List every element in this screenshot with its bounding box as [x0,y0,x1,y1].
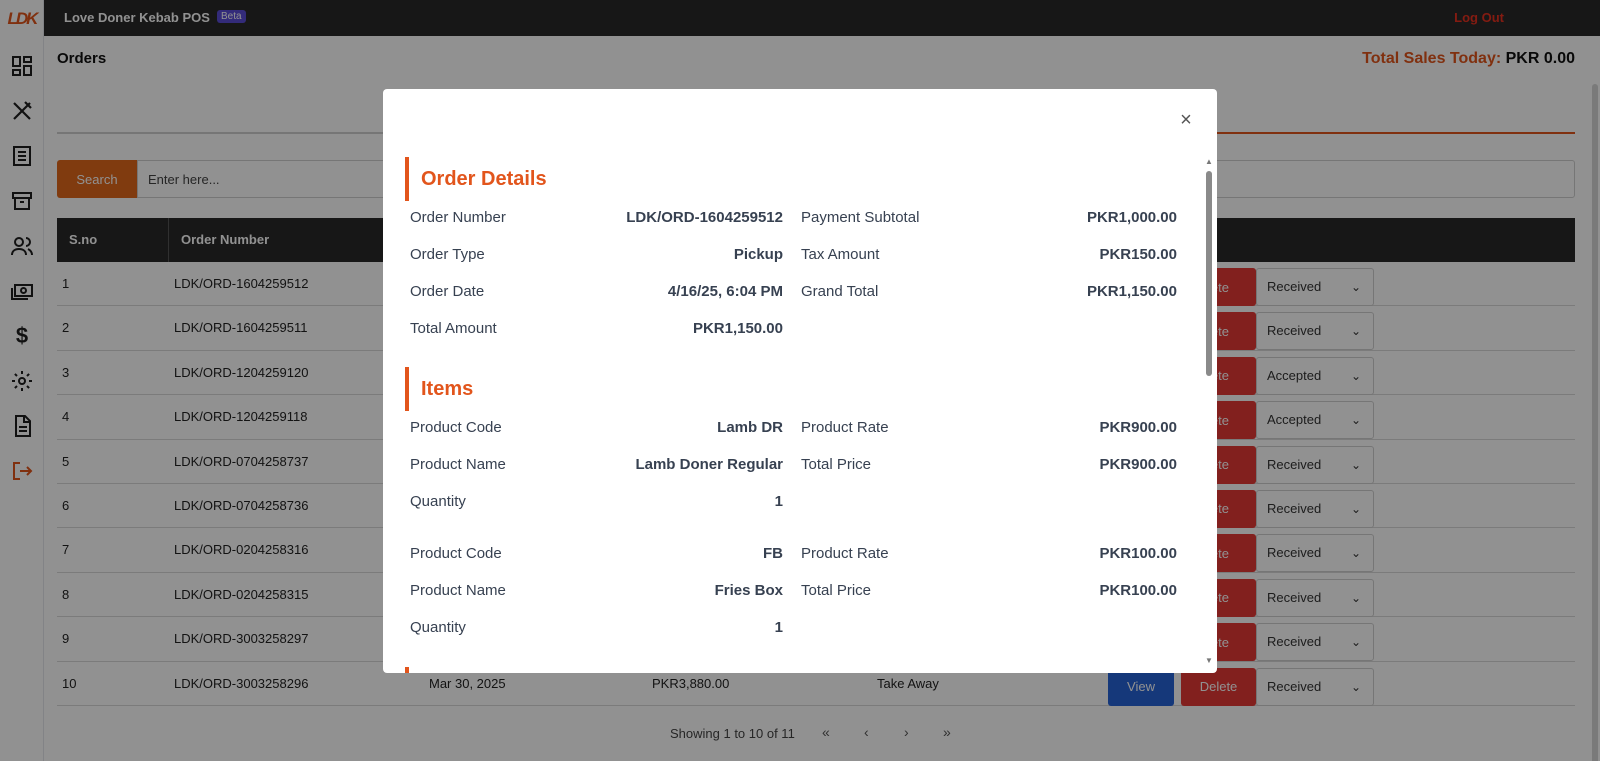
order-date-label: Order Date [410,283,485,300]
item-quantity-label: Quantity [410,619,466,636]
modal-scrollbar[interactable]: ▲ ▼ [1205,157,1213,665]
total-amount-value: PKR1,150.00 [692,320,783,337]
order-type-label: Order Type [410,246,485,263]
item-product-rate-value: PKR100.00 [1099,545,1177,562]
items-title: Items [405,367,473,411]
item-product-name-value: Fries Box [714,582,783,599]
item-total-price-value: PKR100.00 [1099,582,1177,599]
order-details-modal: × Order Details Order Number LDK/ORD-160… [383,89,1217,673]
item-total-price-value: PKR900.00 [1099,456,1177,473]
page-scrollbar-thumb[interactable] [1592,84,1598,761]
order-number-value: LDK/ORD-1604259512 [626,209,783,226]
item-product-code-label: Product Code [410,419,502,436]
item-product-rate-label: Product Rate [801,419,889,436]
next-section-marker [405,667,409,673]
grand-total-label: Grand Total [801,283,879,300]
payment-subtotal-label: Payment Subtotal [801,209,920,226]
item-product-name-value: Lamb Doner Regular [635,456,783,473]
order-details-title: Order Details [405,157,547,201]
item-product-name-label: Product Name [410,456,506,473]
grand-total-value: PKR1,150.00 [1086,283,1177,300]
item-product-rate-label: Product Rate [801,545,889,562]
item-quantity-label: Quantity [410,493,466,510]
scroll-up-icon[interactable]: ▲ [1205,157,1213,166]
item-product-code-label: Product Code [410,545,502,562]
item-quantity-value: 1 [774,619,783,636]
scroll-down-icon[interactable]: ▼ [1205,656,1213,665]
item-total-price-label: Total Price [801,456,872,473]
modal-backdrop-left[interactable] [0,0,44,761]
item-product-code-value: Lamb DR [717,419,783,436]
order-type-value: Pickup [733,246,783,263]
modal-backdrop-top[interactable] [44,0,1600,36]
item-quantity-value: 1 [774,493,783,510]
close-icon[interactable]: × [1177,110,1195,130]
order-date-value: 4/16/25, 6:04 PM [667,283,783,300]
item-total-price-label: Total Price [801,582,872,599]
total-amount-label: Total Amount [410,320,497,337]
item-product-name-label: Product Name [410,582,506,599]
page-scrollbar[interactable] [1588,36,1600,761]
tax-amount-label: Tax Amount [801,246,880,263]
order-number-label: Order Number [410,209,506,226]
modal-scrollbar-thumb[interactable] [1206,171,1212,376]
tax-amount-value: PKR150.00 [1099,246,1177,263]
payment-subtotal-value: PKR1,000.00 [1086,209,1177,226]
item-product-code-value: FB [763,545,783,562]
item-product-rate-value: PKR900.00 [1099,419,1177,436]
